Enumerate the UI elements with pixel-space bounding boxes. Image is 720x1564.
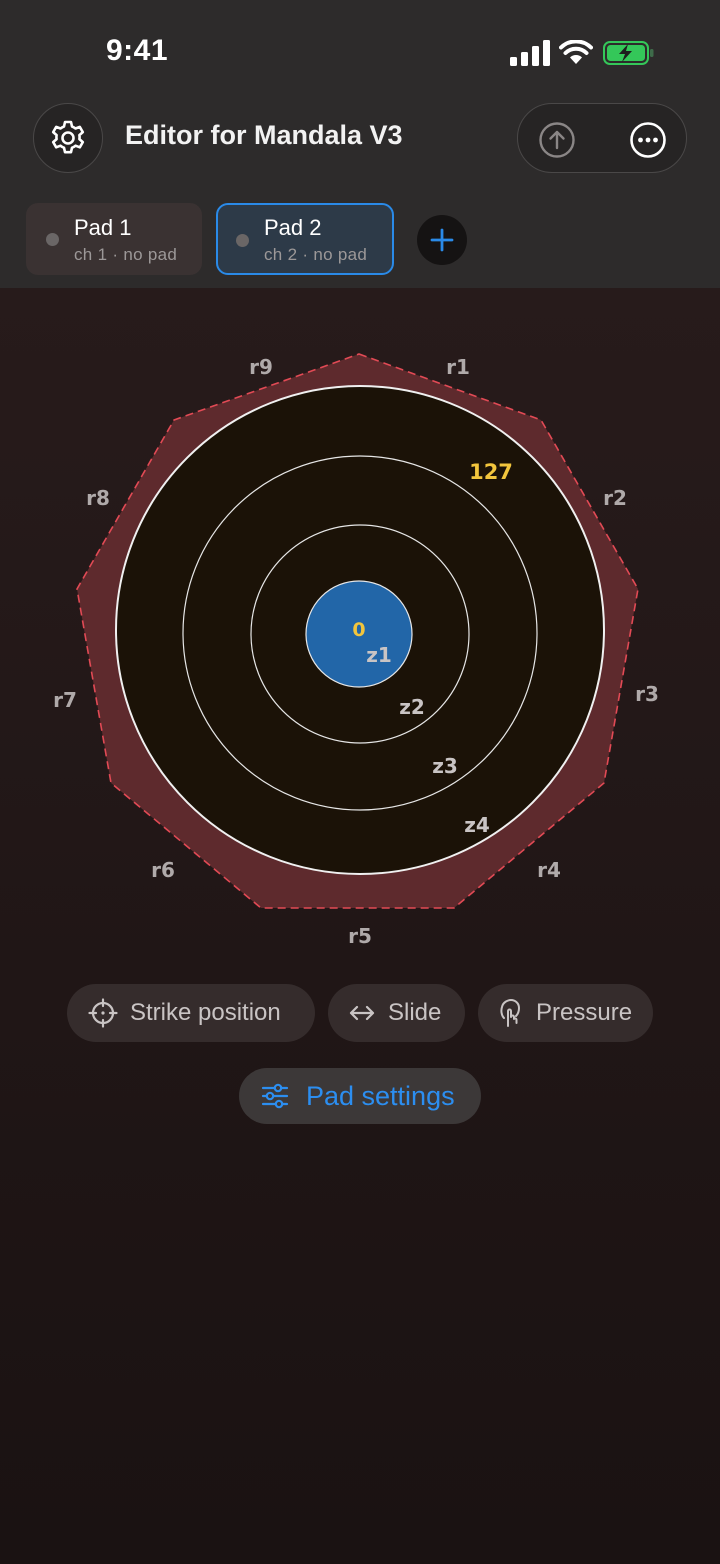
upload-icon[interactable] — [538, 121, 576, 159]
rim-label-r1: r1 — [446, 355, 470, 379]
header-actions — [517, 103, 687, 173]
zone-label-z1: z1 — [366, 643, 392, 667]
pad-status-dot — [236, 234, 249, 247]
rim-label-r8: r8 — [86, 486, 110, 510]
finger-press-icon — [500, 998, 521, 1027]
rim-label-r9: r9 — [249, 355, 273, 379]
more-icon[interactable] — [629, 121, 667, 159]
strike-position-button[interactable]: Strike position — [67, 984, 315, 1042]
zone-label-z4: z4 — [464, 813, 490, 837]
pad-status-dot — [46, 233, 59, 246]
rim-label-r4: r4 — [537, 858, 561, 882]
pad-tab-subtitle: ch 2 · no pad — [264, 245, 368, 264]
max-value: 127 — [469, 460, 513, 484]
rim-label-r2: r2 — [603, 486, 627, 510]
slide-label: Slide — [388, 999, 442, 1026]
zone-label-z3: z3 — [432, 754, 458, 778]
center-value: 0 — [352, 619, 365, 641]
pad-tab-name: Pad 2 — [264, 215, 322, 240]
pad-diagram: r1 r2 r3 r4 r5 r6 r7 r8 r9 z1 z2 z3 z4 0… — [53, 353, 659, 948]
status-time: 9:41 — [106, 34, 169, 67]
pressure-button[interactable]: Pressure — [478, 984, 653, 1042]
top-bar: 9:41 Editor for Mandala V3 Pad 1 ch 1 · … — [0, 0, 720, 288]
rim-label-r3: r3 — [635, 682, 659, 706]
sliders-icon — [261, 1083, 289, 1109]
pad-settings-button[interactable]: Pad settings — [239, 1068, 481, 1124]
zone-label-z2: z2 — [399, 695, 425, 719]
slide-button[interactable]: Slide — [328, 984, 465, 1042]
battery-icon — [603, 41, 654, 65]
wifi-icon — [559, 40, 593, 64]
settings-button[interactable] — [33, 103, 103, 173]
rim-label-r7: r7 — [53, 688, 77, 712]
arrow-left-right-icon — [349, 1005, 375, 1021]
plus-icon — [430, 228, 454, 252]
rim-label-r5: r5 — [348, 924, 372, 948]
add-pad-button[interactable] — [417, 215, 467, 265]
strike-position-label: Strike position — [130, 999, 281, 1026]
status-icons — [508, 36, 658, 70]
pad-tab-2[interactable]: Pad 2 ch 2 · no pad — [216, 203, 394, 275]
rim-label-r6: r6 — [151, 858, 175, 882]
pad-tab-subtitle: ch 1 · no pad — [74, 245, 178, 264]
pressure-label: Pressure — [536, 999, 633, 1026]
pad-tab-name: Pad 1 — [74, 215, 132, 240]
pad-settings-label: Pad settings — [306, 1080, 455, 1111]
pad-tab-1[interactable]: Pad 1 ch 1 · no pad — [26, 203, 202, 275]
app-title: Editor for Mandala V3 — [125, 120, 403, 150]
signal-icon — [510, 40, 550, 66]
gear-icon — [51, 120, 85, 154]
crosshair-icon — [88, 998, 118, 1028]
